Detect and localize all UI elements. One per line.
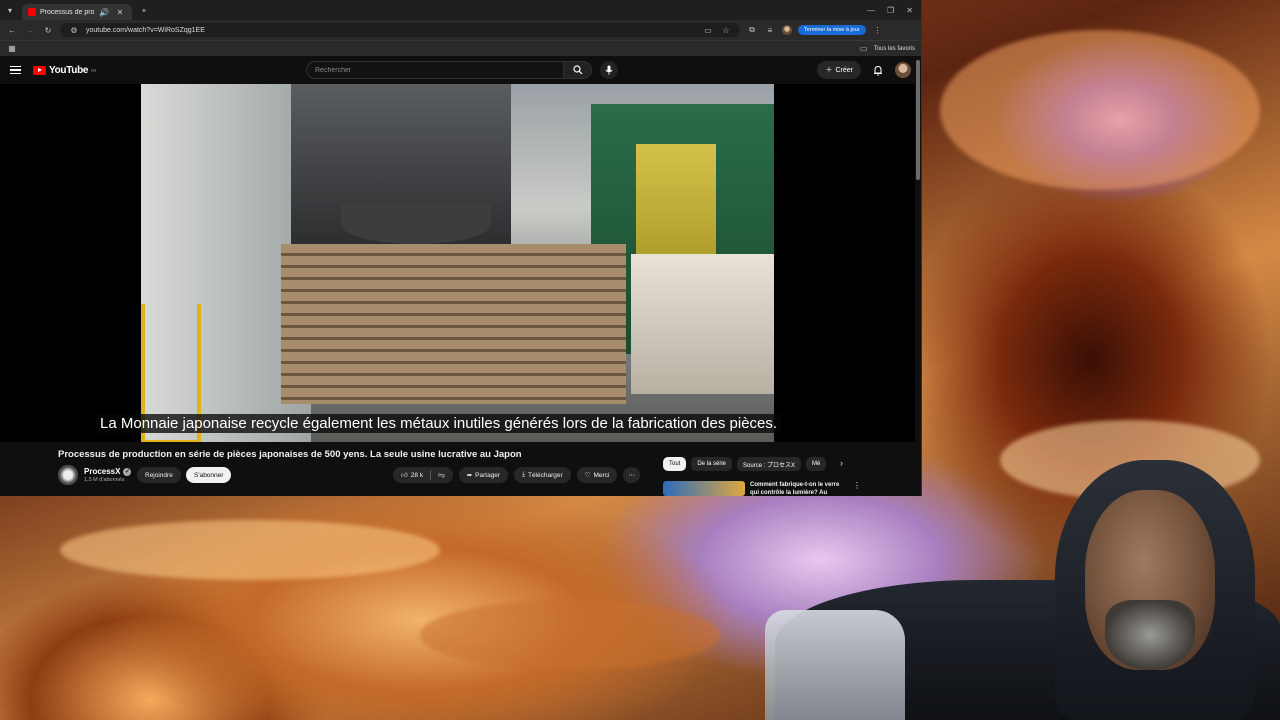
- page-scrollbar[interactable]: [915, 58, 921, 496]
- bookmarks-bar: ▦ ▭ Tous les favoris: [0, 40, 921, 56]
- thumbs-up-icon: 👍︎: [401, 472, 408, 479]
- back-icon[interactable]: ←: [6, 24, 18, 36]
- thanks-label: Merci: [593, 471, 610, 479]
- share-label: Partager: [475, 471, 501, 479]
- download-button[interactable]: ⤓ Télécharger: [514, 467, 571, 483]
- address-bar: ← → ↻ ⚙ youtube.com/watch?v=WiRoSZqg1EE …: [0, 20, 921, 40]
- reload-icon[interactable]: ↻: [42, 24, 54, 36]
- header-actions: ＋ Créer: [817, 61, 911, 79]
- tab-title: Processus de production en s: [40, 8, 94, 16]
- folder-icon: ▭: [859, 44, 868, 53]
- maximize-icon[interactable]: ❐: [887, 6, 894, 15]
- search-icon: [572, 65, 582, 75]
- video-title: Processus de production en série de pièc…: [58, 449, 522, 460]
- new-tab-icon[interactable]: +: [138, 4, 150, 16]
- all-bookmarks-label: Tous les favoris: [873, 45, 915, 52]
- search-button[interactable]: [564, 61, 592, 79]
- update-button[interactable]: Terminer la mise à jour: [798, 25, 866, 35]
- webcam-beard: [1105, 600, 1195, 670]
- minimize-icon[interactable]: —: [867, 6, 875, 15]
- youtube-header: YouTube FR ＋ Créer: [0, 56, 921, 84]
- artwork-streak: [60, 520, 440, 580]
- chip-all[interactable]: Tout: [663, 457, 687, 471]
- tab-list-icon[interactable]: ▾: [4, 4, 16, 16]
- bell-icon[interactable]: [873, 65, 883, 76]
- like-count: 28 k: [410, 471, 424, 479]
- browser-window: ▾ Processus de production en s 🔊 ✕ + — ❐…: [0, 0, 922, 496]
- scrollbar-thumb[interactable]: [916, 60, 920, 180]
- artwork-streak: [940, 30, 1260, 190]
- url-text: youtube.com/watch?v=WiRoSZqg1EE: [86, 26, 205, 34]
- account-avatar[interactable]: [895, 62, 911, 78]
- create-button[interactable]: ＋ Créer: [817, 61, 861, 79]
- channel-name[interactable]: ProcessX: [84, 467, 120, 476]
- close-tab-icon[interactable]: ✕: [114, 6, 126, 18]
- video-actions: 👍︎ 28 k 👎︎ ➦ Partager ⤓ Télécharger ♡ Me…: [393, 467, 640, 483]
- verified-icon: ✓: [123, 467, 132, 476]
- thanks-button[interactable]: ♡ Merci: [576, 467, 618, 483]
- more-actions-button[interactable]: ⋯: [623, 467, 640, 483]
- recommendation-thumbnail[interactable]: [663, 481, 745, 496]
- logo-text: YouTube: [49, 64, 89, 76]
- all-bookmarks[interactable]: ▭ Tous les favoris: [858, 43, 915, 55]
- more-dots-icon: ⋯: [628, 472, 635, 479]
- scene-gripper: [341, 204, 491, 244]
- search-box: [306, 61, 592, 79]
- audio-icon[interactable]: 🔊: [98, 6, 110, 18]
- extensions-icon[interactable]: ⧉: [746, 24, 758, 36]
- share-button[interactable]: ➦ Partager: [458, 467, 509, 483]
- cast-icon[interactable]: ▭: [702, 24, 714, 36]
- webcam-jacket: [765, 610, 905, 720]
- share-icon: ➦: [466, 472, 473, 479]
- youtube-play-icon: [33, 65, 46, 75]
- like-button[interactable]: 👍︎ 28 k 👎︎: [393, 467, 453, 483]
- voice-search-button[interactable]: [600, 61, 618, 79]
- microphone-icon: [605, 65, 613, 75]
- download-label: Télécharger: [527, 471, 563, 479]
- tab-active[interactable]: Processus de production en s 🔊 ✕: [22, 4, 132, 20]
- scene-cardboard-stack: [281, 244, 626, 404]
- channel-name-row[interactable]: ProcessX ✓: [84, 467, 132, 476]
- site-info-icon[interactable]: ⚙: [68, 24, 80, 36]
- chip-series[interactable]: De la série: [691, 457, 733, 471]
- star-icon[interactable]: ☆: [720, 24, 732, 36]
- channel-avatar[interactable]: [58, 465, 78, 485]
- create-label: Créer: [835, 66, 853, 74]
- logo-region: FR: [91, 67, 96, 73]
- webcam-overlay: [735, 460, 1280, 720]
- video-player[interactable]: [0, 84, 915, 442]
- plus-icon: ＋: [825, 67, 833, 74]
- video-caption: La Monnaie japonaise recycle également l…: [96, 414, 782, 433]
- thumbs-down-icon[interactable]: 👎︎: [438, 471, 445, 479]
- download-icon: ⤓: [522, 471, 525, 478]
- join-button[interactable]: Rejoindre: [137, 467, 181, 483]
- heart-dollar-icon: ♡: [584, 472, 591, 479]
- profile-avatar[interactable]: [782, 25, 792, 35]
- close-window-icon[interactable]: ✕: [906, 6, 913, 15]
- subscriber-count: 1,5 M d'abonnés: [84, 477, 125, 483]
- forward-icon[interactable]: →: [24, 24, 36, 36]
- video-frame: [141, 84, 774, 442]
- scene-machine-housing: [631, 254, 774, 394]
- window-controls: — ❐ ✕: [867, 6, 921, 15]
- tab-bar: ▾ Processus de production en s 🔊 ✕ + — ❐…: [0, 0, 921, 20]
- apps-grid-icon[interactable]: ▦: [6, 43, 18, 55]
- media-icon[interactable]: ≡: [764, 24, 776, 36]
- artwork-streak: [420, 600, 720, 670]
- youtube-logo[interactable]: YouTube FR: [33, 65, 96, 76]
- url-field[interactable]: ⚙ youtube.com/watch?v=WiRoSZqg1EE ▭ ☆: [60, 23, 740, 37]
- subscribe-button[interactable]: S'abonner: [186, 467, 232, 483]
- search-input[interactable]: [306, 61, 564, 79]
- menu-dots-icon[interactable]: ⋮: [872, 24, 884, 36]
- menu-icon[interactable]: [10, 65, 21, 75]
- youtube-favicon-icon: [28, 8, 36, 16]
